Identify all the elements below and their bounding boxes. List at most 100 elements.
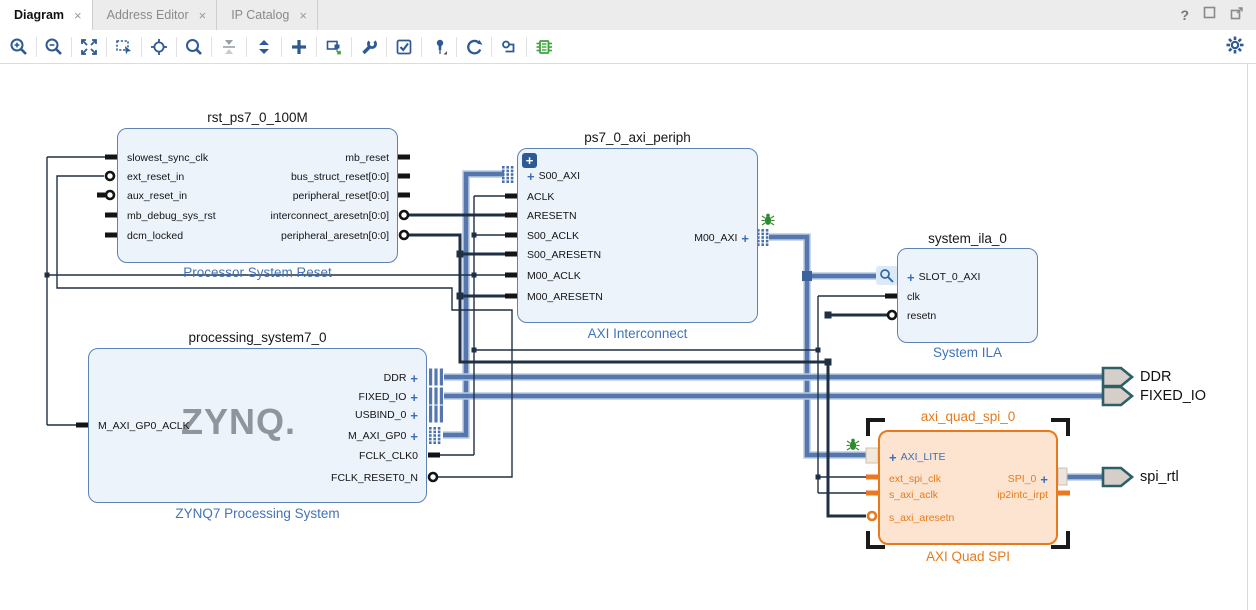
port-spi-0[interactable]: SPI_0 + <box>1008 471 1048 487</box>
expand-block-icon[interactable]: + <box>522 153 537 168</box>
port-label: ARESETN <box>527 210 577 222</box>
tab-label: Address Editor <box>106 8 189 22</box>
close-icon[interactable]: × <box>299 8 307 23</box>
external-port-ddr[interactable]: DDR <box>1140 368 1171 386</box>
validate-design-icon[interactable] <box>391 34 417 60</box>
port-s-axi-aclk[interactable]: s_axi_aclk <box>889 487 938 503</box>
port-m00-aclk[interactable]: M00_ACLK <box>527 268 581 284</box>
regenerate-layout-icon[interactable] <box>461 34 487 60</box>
port-m-axi-gp0[interactable]: M_AXI_GP0 + <box>348 428 418 444</box>
collapse-hierarchy-icon[interactable] <box>216 34 242 60</box>
expand-plus-icon[interactable]: + <box>889 451 897 464</box>
block-processing-system7-0[interactable]: ZYNQ. M_AXI_GP0_ACLK DDR + FIXED_IO + USBI… <box>88 348 427 503</box>
settings-gear-icon[interactable] <box>1224 34 1246 61</box>
customize-block-icon[interactable] <box>356 34 382 60</box>
expand-plus-icon[interactable]: + <box>741 232 749 245</box>
port-fixed-io[interactable]: FIXED_IO + <box>359 389 418 405</box>
block-title-interconnect: ps7_0_axi_periph <box>584 130 691 145</box>
pin-design-icon[interactable] <box>426 34 452 60</box>
zoom-to-selection-icon[interactable] <box>111 34 137 60</box>
external-port-fixed-io[interactable]: FIXED_IO <box>1140 387 1206 405</box>
port-ext-reset-in[interactable]: ext_reset_in <box>127 169 184 185</box>
tab-diagram[interactable]: Diagram × <box>0 0 93 30</box>
block-axi-quad-spi-0[interactable]: + AXI_LITE ext_spi_clk s_axi_aclk s_axi_a… <box>878 430 1058 545</box>
port-label: FCLK_RESET0_N <box>331 472 418 484</box>
port-fclk-reset0-n[interactable]: FCLK_RESET0_N <box>331 470 418 486</box>
tab-ip-catalog[interactable]: IP Catalog × <box>217 0 318 30</box>
port-label: M_AXI_GP0 <box>348 430 407 442</box>
block-system-ila-0[interactable]: + SLOT_0_AXI clk resetn <box>897 248 1038 343</box>
port-resetn[interactable]: resetn <box>907 308 936 324</box>
port-label: DDR <box>383 372 407 384</box>
port-label: aux_reset_in <box>127 190 188 202</box>
port-usbind-0[interactable]: USBIND_0 + <box>355 407 418 423</box>
port-fclk-clk0[interactable]: FCLK_CLK0 <box>359 448 418 464</box>
port-clk[interactable]: clk <box>907 289 920 305</box>
search-icon[interactable] <box>181 34 207 60</box>
diagram-canvas[interactable]: rst_ps7_0_100M slowest_sync_clk ext_rese… <box>0 64 1256 610</box>
port-s00-axi[interactable]: + S00_AXI <box>527 168 580 184</box>
debug-bug-icon <box>761 213 775 226</box>
port-label: ACLK <box>527 191 555 203</box>
help-icon[interactable]: ? <box>1180 7 1189 23</box>
expand-plus-icon[interactable]: + <box>410 409 418 422</box>
port-label: ip2intc_irpt <box>997 489 1048 501</box>
port-m-axi-gp0-aclk[interactable]: M_AXI_GP0_ACLK <box>98 418 190 434</box>
fit-selection-icon[interactable] <box>146 34 172 60</box>
port-s-axi-aresetn[interactable]: s_axi_aresetn <box>889 510 954 526</box>
close-icon[interactable]: × <box>74 8 82 23</box>
block-title-ila: system_ila_0 <box>928 231 1007 246</box>
port-m00-aresetn[interactable]: M00_ARESETN <box>527 289 603 305</box>
interface-pin-bars <box>429 368 443 423</box>
port-s00-aresetn[interactable]: S00_ARESETN <box>527 247 601 263</box>
port-dcm-locked[interactable]: dcm_locked <box>127 228 183 244</box>
show-interface-connections-icon[interactable] <box>531 34 557 60</box>
add-ip-icon[interactable] <box>286 34 312 60</box>
port-ip2intc-irpt[interactable]: ip2intc_irpt <box>997 487 1048 503</box>
port-interconnect-aresetn[interactable]: interconnect_aresetn[0:0] <box>271 208 390 224</box>
port-label: AXI_LITE <box>900 451 946 463</box>
zoom-fit-icon[interactable] <box>76 34 102 60</box>
port-peripheral-aresetn[interactable]: peripheral_aresetn[0:0] <box>281 228 389 244</box>
expand-plus-icon[interactable]: + <box>410 372 418 385</box>
port-label: FIXED_IO <box>358 391 407 403</box>
port-peripheral-reset[interactable]: peripheral_reset[0:0] <box>293 188 389 204</box>
external-port-symbols[interactable] <box>1101 366 1135 488</box>
port-axi-lite[interactable]: + AXI_LITE <box>889 449 946 465</box>
expand-plus-icon[interactable]: + <box>410 391 418 404</box>
block-rst-ps7-0-100m[interactable]: slowest_sync_clk ext_reset_in aux_reset_… <box>117 128 398 263</box>
port-aclk[interactable]: ACLK <box>527 189 554 205</box>
make-external-icon[interactable] <box>321 34 347 60</box>
port-label: SLOT_0_AXI <box>918 271 981 283</box>
port-label: dcm_locked <box>127 230 184 242</box>
optimize-routing-icon[interactable] <box>496 34 522 60</box>
port-aux-reset-in[interactable]: aux_reset_in <box>127 188 187 204</box>
tab-address-editor[interactable]: Address Editor × <box>93 0 218 30</box>
expand-plus-icon[interactable]: + <box>527 170 535 183</box>
port-bus-struct-reset[interactable]: bus_struct_reset[0:0] <box>291 169 389 185</box>
port-label: interconnect_aresetn[0:0] <box>270 210 390 222</box>
expand-plus-icon[interactable]: + <box>410 430 418 443</box>
tab-bar: Diagram × Address Editor × IP Catalog × … <box>0 0 1256 31</box>
port-mb-debug-sys-rst[interactable]: mb_debug_sys_rst <box>127 208 216 224</box>
maximize-icon[interactable] <box>1203 6 1216 24</box>
zoom-in-icon[interactable] <box>6 34 32 60</box>
port-label: s_axi_aresetn <box>889 512 955 524</box>
expand-plus-icon[interactable]: + <box>1040 473 1048 486</box>
port-label: clk <box>907 291 920 303</box>
zoom-out-icon[interactable] <box>41 34 67 60</box>
port-s00-aclk[interactable]: S00_ACLK <box>527 228 579 244</box>
port-slowest-sync-clk[interactable]: slowest_sync_clk <box>127 150 208 166</box>
external-port-spi-rtl[interactable]: spi_rtl <box>1140 468 1179 486</box>
port-mb-reset[interactable]: mb_reset <box>345 150 389 166</box>
port-aresetn[interactable]: ARESETN <box>527 208 577 224</box>
block-ps7-0-axi-periph[interactable]: + + S00_AXI ACLK ARESETN S00_ACLK S00_ARE… <box>517 148 758 323</box>
port-slot-0-axi[interactable]: + SLOT_0_AXI <box>907 269 980 285</box>
close-icon[interactable]: × <box>199 8 207 23</box>
expand-hierarchy-icon[interactable] <box>251 34 277 60</box>
float-window-icon[interactable] <box>1230 6 1244 25</box>
port-ddr[interactable]: DDR + <box>384 370 418 386</box>
port-ext-spi-clk[interactable]: ext_spi_clk <box>889 471 941 487</box>
expand-plus-icon[interactable]: + <box>907 271 915 284</box>
port-m00-axi[interactable]: M00_AXI + <box>694 230 749 246</box>
